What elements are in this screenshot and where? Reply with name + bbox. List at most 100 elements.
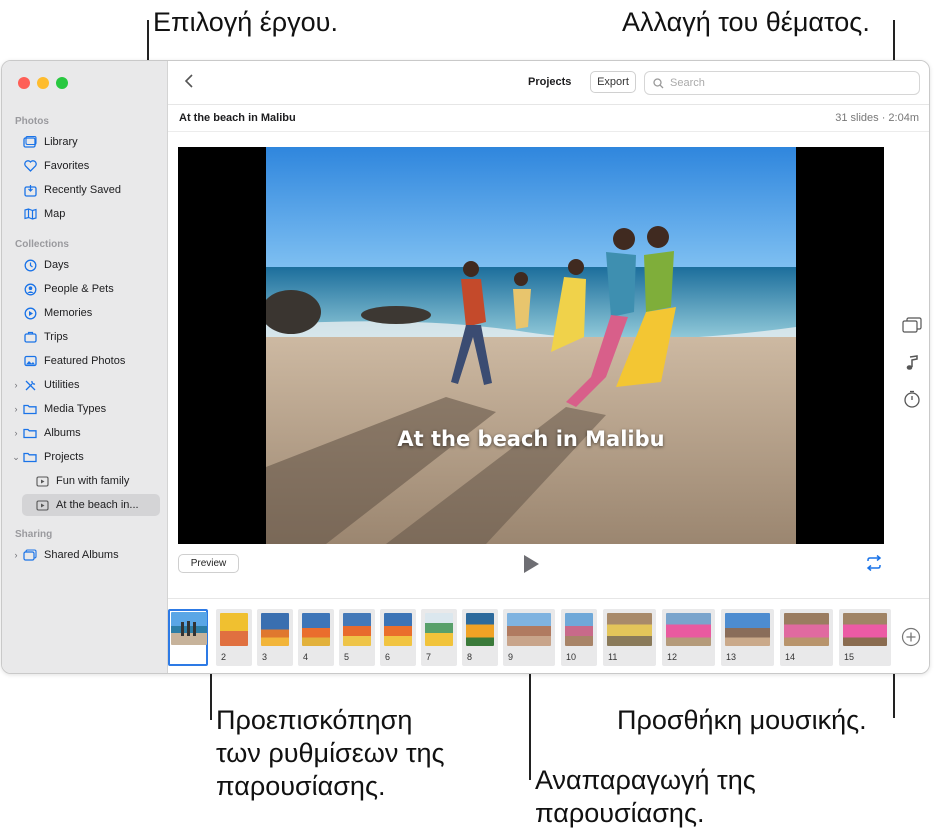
- themes-icon: [902, 317, 922, 333]
- person-icon: [22, 282, 38, 296]
- slide-thumbnail[interactable]: 14: [780, 609, 833, 666]
- themes-button[interactable]: [902, 317, 922, 338]
- sidebar-item-label: Shared Albums: [44, 549, 119, 561]
- add-slide-button[interactable]: [901, 627, 921, 652]
- callout-preview-line3: παρουσίασης.: [216, 771, 386, 801]
- music-button[interactable]: [905, 355, 919, 376]
- slide-thumbnail[interactable]: 5: [339, 609, 375, 666]
- photos-window: Photos Library Favorites Recently Saved …: [1, 60, 930, 674]
- slide-thumbnail[interactable]: 3: [257, 609, 293, 666]
- slide-title-caption: At the beach in Malibu: [397, 427, 665, 451]
- sidebar-item-albums[interactable]: › Albums: [10, 422, 160, 444]
- project-header: At the beach in Malibu 31 slides · 2:04m: [168, 105, 929, 132]
- repeat-button[interactable]: [865, 554, 883, 576]
- back-button[interactable]: [184, 73, 194, 94]
- sidebar-item-favorites[interactable]: Favorites: [10, 155, 160, 177]
- project-title: At the beach in Malibu: [179, 112, 296, 124]
- folder-icon: [22, 426, 38, 440]
- sidebar-item-at-the-beach[interactable]: At the beach in...: [22, 494, 160, 516]
- suitcase-icon: [22, 330, 38, 344]
- sidebar-item-map[interactable]: Map: [10, 203, 160, 225]
- sidebar-item-projects[interactable]: ⌄ Projects: [10, 446, 160, 468]
- sidebar-item-media-types[interactable]: › Media Types: [10, 398, 160, 420]
- slide-thumbnail[interactable]: 7: [421, 609, 457, 666]
- play-icon: [524, 555, 539, 573]
- sidebar-item-library[interactable]: Library: [10, 131, 160, 153]
- sidebar-item-fun-with-family[interactable]: Fun with family: [22, 470, 160, 492]
- export-button[interactable]: Export: [590, 71, 636, 93]
- slide-thumbnail[interactable]: 10: [561, 609, 597, 666]
- close-window-button[interactable]: [18, 77, 30, 89]
- sidebar-item-memories[interactable]: Memories: [10, 302, 160, 324]
- callout-play-line1: Αναπαραγωγή της: [535, 765, 756, 795]
- slide-thumbnail[interactable]: 9: [503, 609, 555, 666]
- chevron-right-icon[interactable]: ›: [10, 550, 22, 560]
- timer-icon: [904, 390, 920, 408]
- slide-number: 10: [566, 652, 577, 662]
- slide-filmstrip: 2 3 4 5 6 7 8 9 10 11 12 13 14 15: [168, 598, 929, 673]
- tools-icon: [22, 378, 38, 392]
- chevron-right-icon[interactable]: ›: [10, 404, 22, 414]
- repeat-icon: [866, 554, 882, 572]
- search-icon: [653, 77, 664, 88]
- window-controls: [18, 77, 68, 89]
- sidebar-item-label: Utilities: [44, 379, 80, 391]
- slide-thumbnail[interactable]: 4: [298, 609, 334, 666]
- sidebar-item-label: Fun with family: [56, 475, 130, 487]
- sidebar-item-featured-photos[interactable]: Featured Photos: [10, 350, 160, 372]
- music-note-icon: [906, 355, 918, 370]
- search-field[interactable]: [644, 71, 920, 95]
- sidebar-item-days[interactable]: Days: [10, 254, 160, 276]
- slide-thumbnail[interactable]: 6: [380, 609, 416, 666]
- slide-thumbnail[interactable]: 13: [721, 609, 774, 666]
- photo-icon: [22, 354, 38, 368]
- memories-icon: [22, 306, 38, 320]
- section-header-collections: Collections: [15, 239, 69, 250]
- callout-play-line2: παρουσίασης.: [535, 798, 705, 828]
- slide-number: 4: [303, 652, 309, 662]
- play-button[interactable]: [522, 554, 540, 579]
- sidebar-item-label: Featured Photos: [44, 355, 126, 367]
- slide-thumbnail[interactable]: 12: [662, 609, 715, 666]
- slide-thumbnail[interactable]: 11: [603, 609, 656, 666]
- slide-number: 14: [785, 652, 796, 662]
- chevron-right-icon[interactable]: ›: [10, 428, 22, 438]
- sidebar-item-utilities[interactable]: › Utilities: [10, 374, 160, 396]
- search-input[interactable]: [670, 77, 900, 89]
- sidebar-item-label: Media Types: [44, 403, 107, 415]
- heart-icon: [22, 159, 38, 173]
- slide-thumbnail-1[interactable]: [168, 609, 208, 666]
- callout-change-theme: Αλλαγή του θέματος.: [622, 7, 870, 37]
- sidebar-item-label: At the beach in...: [56, 499, 139, 511]
- slide-thumbnail[interactable]: 15: [839, 609, 891, 666]
- slide-number: 3: [262, 652, 268, 662]
- sidebar-item-label: Albums: [44, 427, 81, 439]
- folder-icon: [22, 450, 38, 464]
- slide-viewer[interactable]: At the beach in Malibu: [178, 147, 884, 544]
- sidebar-item-people-pets[interactable]: People & Pets: [10, 278, 160, 300]
- slideshow-icon: [34, 474, 50, 488]
- sidebar-item-label: Map: [44, 208, 66, 220]
- slide-number: 13: [726, 652, 737, 662]
- toolbar-title: Projects: [528, 76, 572, 88]
- slide-number: 9: [508, 652, 514, 662]
- minimize-window-button[interactable]: [37, 77, 49, 89]
- sidebar-item-label: Days: [44, 259, 70, 271]
- slide-number: 15: [844, 652, 855, 662]
- sidebar-item-shared-albums[interactable]: › Shared Albums: [10, 544, 160, 566]
- main-content: Projects Export At the beach in Malibu 3…: [168, 61, 929, 673]
- sidebar: Photos Library Favorites Recently Saved …: [2, 61, 168, 673]
- preview-button[interactable]: Preview: [178, 554, 239, 573]
- callout-add-music: Προσθήκη μουσικής.: [617, 705, 867, 735]
- zoom-window-button[interactable]: [56, 77, 68, 89]
- sidebar-item-recently-saved[interactable]: Recently Saved: [10, 179, 160, 201]
- sidebar-item-trips[interactable]: Trips: [10, 326, 160, 348]
- slide-number: 7: [426, 652, 432, 662]
- slide-thumbnail[interactable]: 2: [216, 609, 252, 666]
- chevron-down-icon[interactable]: ⌄: [10, 452, 22, 463]
- duration-button[interactable]: [903, 390, 921, 413]
- clock-icon: [22, 258, 38, 272]
- slide-thumbnail[interactable]: 8: [462, 609, 498, 666]
- slide-number: 6: [385, 652, 391, 662]
- chevron-right-icon[interactable]: ›: [10, 380, 22, 390]
